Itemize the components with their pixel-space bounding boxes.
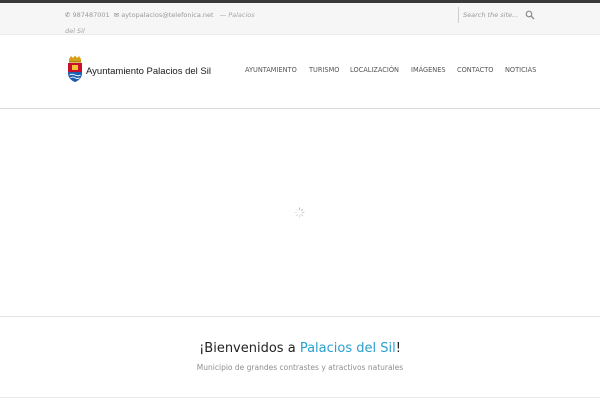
welcome-section: ¡Bienvenidos a Palacios del Sil! Municip… (0, 316, 600, 401)
place-separator: — (219, 11, 227, 19)
nav-item-imagenes[interactable]: IMÁGENES (411, 66, 446, 74)
nav-item-ayuntamiento[interactable]: AYUNTAMIENTO (245, 66, 297, 74)
nav-item-localizacion[interactable]: LOCALIZACIÓN (350, 66, 399, 74)
welcome-subtitle: Municipio de grandes contrastes y atract… (196, 363, 404, 372)
search-icon[interactable] (525, 10, 535, 20)
place-name-line2: del Sil (65, 27, 85, 35)
welcome-heading: ¡Bienvenidos a Palacios del Sil! (0, 341, 600, 356)
top-bar: ✆ 987487001 ✉ aytopalacios@telefonica.net … (0, 3, 600, 35)
welcome-suffix: ! (395, 341, 401, 356)
envelope-icon: ✉ (113, 11, 120, 19)
phone-icon: ✆ (65, 11, 71, 19)
nav-item-contacto[interactable]: CONTACTO (457, 66, 493, 74)
email-link[interactable]: aytopalacios@telefonica.net (121, 11, 213, 19)
site-header: Ayuntamiento Palacios del Sil AYUNTAMIEN… (0, 35, 600, 109)
loading-spinner-icon (294, 207, 305, 218)
search-input[interactable] (463, 9, 519, 21)
site-search (458, 7, 537, 23)
place-name: Palacios (228, 11, 255, 19)
coat-of-arms-icon (68, 55, 82, 82)
nav-item-noticias[interactable]: NOTICIAS (505, 66, 536, 74)
welcome-prefix: ¡Bienvenidos a (199, 341, 300, 356)
welcome-highlight: Palacios del Sil (299, 341, 396, 356)
phone-number: 987487001 (72, 11, 110, 19)
section-divider (0, 397, 600, 398)
logo-text: Ayuntamiento Palacios del Sil (86, 66, 211, 77)
nav-item-turismo[interactable]: TURISMO (309, 66, 339, 74)
